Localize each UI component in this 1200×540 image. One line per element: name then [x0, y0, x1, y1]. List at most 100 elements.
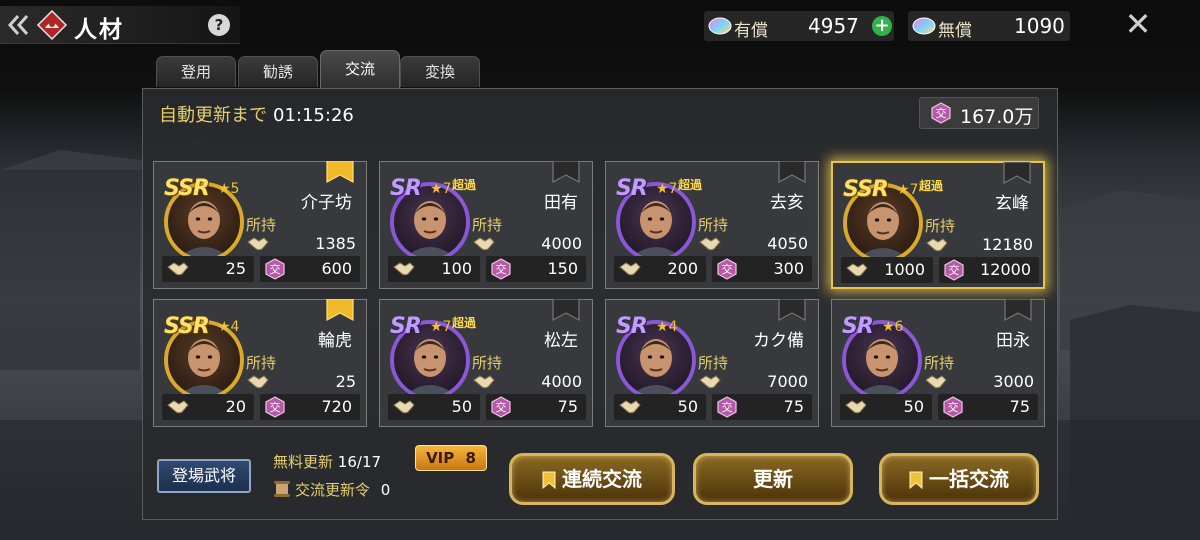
handshake-icon [619, 400, 641, 414]
free-refresh-value: 16/17 [337, 453, 382, 471]
paid-value: 4957 [808, 14, 859, 38]
exchange-row: 25 交 600 [162, 256, 360, 282]
hero-name: 去亥 [770, 193, 804, 213]
handshake-cell: 25 [162, 256, 254, 282]
hero-name: 介子坊 [301, 193, 352, 213]
owned-label: 所持 [698, 216, 729, 234]
exchange-glyph: 交 [496, 400, 507, 414]
refresh-button[interactable]: 更新 [693, 453, 853, 505]
cost-cell: 交 12000 [939, 257, 1039, 283]
handshake-icon [393, 262, 415, 276]
handshake-cell: 100 [388, 256, 480, 282]
bookmark-icon[interactable] [552, 161, 580, 183]
exchange-glyph: 交 [949, 263, 960, 277]
exchange-token-icon: 交 [717, 396, 737, 418]
handshake-value: 25 [225, 259, 246, 278]
continuous-exchange-button[interactable]: 連続交流 [509, 453, 675, 505]
rarity-badge: SR [390, 176, 422, 201]
exchange-token-icon: 交 [931, 102, 951, 124]
help-icon[interactable]: ? [208, 14, 230, 36]
auto-refresh-label: 自動更新まで [159, 105, 267, 126]
bookmark-icon[interactable] [778, 161, 806, 183]
exchange-row: 50 交 75 [614, 394, 812, 420]
handshake-value: 50 [451, 397, 472, 416]
exchange-row: 200 交 300 [614, 256, 812, 282]
close-icon[interactable]: ✕ [1122, 6, 1154, 42]
hero-card[interactable]: SSR ★4 輪虎 所持 25 20 交 720 [153, 299, 367, 427]
tab-invite[interactable]: 勧誘 [238, 56, 318, 87]
refresh-token-value: 0 [380, 481, 391, 499]
bookmark-icon[interactable] [1004, 299, 1032, 321]
bulk-exchange-button[interactable]: 一括交流 [879, 453, 1039, 505]
exchange-token-icon: 交 [491, 396, 511, 418]
bulk-exchange-label: 一括交流 [929, 467, 1009, 491]
exchange-row: 100 交 150 [388, 256, 586, 282]
free-refresh-count: 無料更新 16/17 [273, 451, 381, 472]
handshake-icon [845, 400, 867, 414]
cost-cell: 交 75 [486, 394, 586, 420]
continuous-exchange-label: 連続交流 [562, 467, 642, 491]
cost-value: 75 [557, 397, 578, 416]
hero-name: 松左 [544, 331, 578, 351]
free-label: 無償 [938, 21, 972, 41]
bookmark-icon[interactable] [326, 161, 354, 183]
owned-value: 25 [335, 372, 356, 391]
hero-card[interactable]: SSR ★7 超過 玄峰 所持 12180 1000 交 12000 [831, 161, 1045, 289]
hero-name: 輪虎 [318, 331, 352, 351]
paid-label: 有償 [734, 21, 768, 41]
handshake-icon [619, 262, 641, 276]
hero-card[interactable]: SR ★7 超過 去亥 所持 4050 200 交 300 [605, 161, 819, 289]
bookmark-icon[interactable] [778, 299, 806, 321]
hero-card[interactable]: SR ★4 カク備 所持 7000 50 交 75 [605, 299, 819, 427]
handshake-cell: 50 [614, 394, 706, 420]
cost-value: 150 [547, 259, 578, 278]
tab-recruit[interactable]: 登用 [156, 56, 236, 87]
cost-cell: 交 600 [260, 256, 360, 282]
bookmark-icon [909, 471, 923, 489]
owned-value: 1385 [315, 234, 356, 253]
tab-exchange[interactable]: 交流 [320, 50, 400, 88]
handshake-icon [167, 400, 189, 414]
bookmark-icon [542, 471, 556, 489]
cost-cell: 交 150 [486, 256, 586, 282]
exchange-token-icon: 交 [491, 258, 511, 280]
owned-value: 7000 [767, 372, 808, 391]
hero-card[interactable]: SR ★6 田永 所持 3000 50 交 75 [831, 299, 1045, 427]
bookmark-icon[interactable] [1003, 162, 1031, 184]
hero-card[interactable]: SR ★7 超過 松左 所持 4000 50 交 75 [379, 299, 593, 427]
cost-value: 75 [1009, 397, 1030, 416]
debut-generals-button[interactable]: 登場武将 [157, 459, 251, 493]
owned-value: 4000 [541, 234, 582, 253]
scroll-icon [274, 481, 290, 497]
rainbow-gem-icon [912, 17, 936, 35]
bookmark-icon[interactable] [552, 299, 580, 321]
owned-value: 4050 [767, 234, 808, 253]
free-refresh-label: 無料更新 [273, 453, 334, 471]
hero-card[interactable]: SSR ★5 介子坊 所持 1385 25 交 600 [153, 161, 367, 289]
handshake-icon [393, 400, 415, 414]
bookmark-icon[interactable] [326, 299, 354, 321]
svg-text:交: 交 [936, 106, 947, 120]
back-button[interactable] [4, 8, 34, 42]
refresh-token-label: 交流更新令 [295, 481, 371, 499]
hero-card[interactable]: SR ★7 超過 田有 所持 4000 100 交 150 [379, 161, 593, 289]
exchange-token-icon: 交 [265, 258, 285, 280]
clan-emblem-icon [36, 9, 68, 41]
exchange-row: 20 交 720 [162, 394, 360, 420]
handshake-value: 100 [441, 259, 472, 278]
add-currency-button[interactable]: + [872, 16, 892, 36]
tab-convert[interactable]: 変換 [400, 56, 480, 87]
handshake-icon [699, 375, 721, 389]
handshake-value: 20 [225, 397, 246, 416]
exchange-token-icon: 交 [717, 258, 737, 280]
over-limit-tag: 超過 [678, 178, 703, 192]
rarity-badge: SR [616, 176, 648, 201]
hero-name: 田永 [996, 331, 1030, 351]
exchange-points: 交 167.0万 [919, 97, 1039, 129]
handshake-cell: 1000 [841, 257, 933, 283]
rarity-badge: SR [616, 314, 648, 339]
vip-badge[interactable]: VIP 8 [415, 445, 487, 471]
free-value: 1090 [1014, 14, 1065, 38]
star-rank: ★7 [656, 181, 678, 197]
cost-value: 300 [773, 259, 804, 278]
